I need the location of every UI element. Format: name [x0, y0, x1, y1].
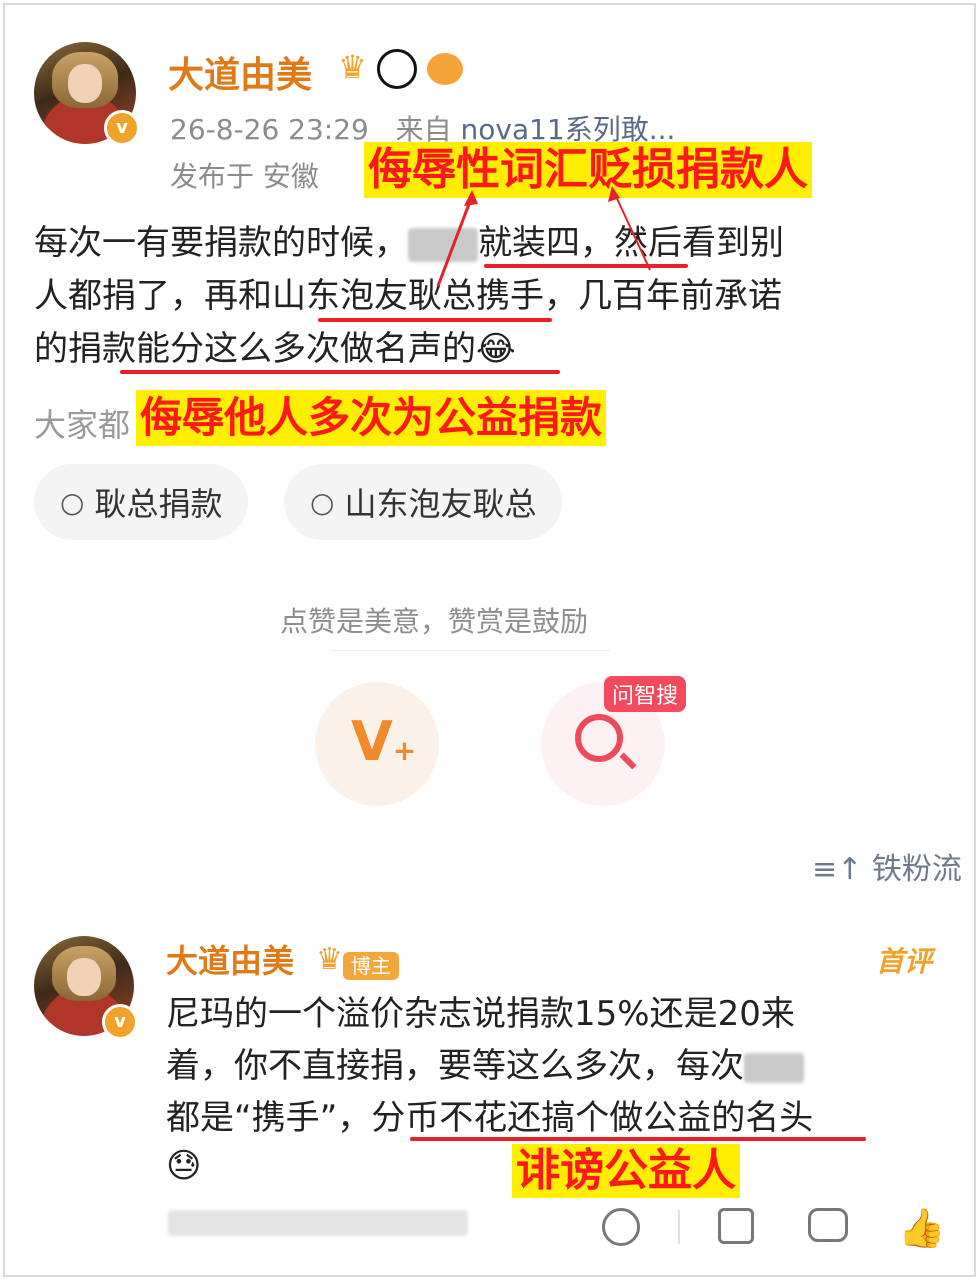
post-body-line-3-text: 的捐款能分这么多次做名声的: [34, 329, 476, 369]
comment-verified-badge-icon: v: [102, 1004, 138, 1040]
like-icon[interactable]: 👍: [898, 1206, 945, 1251]
underline-4: [410, 1137, 866, 1141]
iron-fans-label: 铁粉流: [871, 852, 962, 887]
reward-divider: [330, 650, 610, 651]
post-body-line-1: 每次一有要捐款的时候， 就装四，然后看到别: [34, 217, 784, 269]
tip-button[interactable]: V+: [315, 682, 439, 806]
sweat-emoji-icon: 😓: [166, 1146, 202, 1186]
annotation-bottom: 诽谤公益人: [512, 1144, 740, 1198]
post-location: 发布于 安徽: [170, 160, 319, 193]
iron-fans-link[interactable]: ≡↑ 铁粉流: [812, 844, 962, 888]
blurred-text-row: [168, 1210, 468, 1236]
topic-chip-2-label: 山东泡友耿总: [344, 485, 537, 523]
action-divider: [678, 1210, 680, 1244]
topic-chip-1[interactable]: ○ 耿总捐款: [34, 464, 249, 540]
dislike-icon[interactable]: [602, 1208, 640, 1246]
first-comment-tag: 首评: [876, 945, 933, 978]
ai-search-handle: [619, 752, 637, 770]
underline-2: [318, 318, 552, 322]
pufferfish-icon: [427, 53, 464, 85]
post-body-line-2: 人都捐了，再和山东泡友耿总携手，几百年前承诺: [34, 276, 782, 316]
comment-line-2: 着，你不直接捐，要等这么多次，每次: [166, 1040, 804, 1092]
laughing-emoji-icon: 😂: [476, 329, 516, 369]
faded-text: 大家都: [34, 406, 131, 444]
topic-chip-1-label: 耿总捐款: [94, 485, 223, 523]
search-icon: ○: [310, 485, 335, 519]
sort-icon: ≡↑: [812, 852, 863, 887]
comment-username[interactable]: 大道由美: [166, 936, 294, 982]
post-timestamp: 26-8-26 23:29: [170, 113, 369, 146]
tip-v-icon: V+: [351, 710, 417, 773]
post-body-line-1a: 每次一有要捐款的时候，: [34, 223, 408, 263]
post-body-line-3: 的捐款能分这么多次做名声的😂: [34, 323, 516, 375]
share-icon[interactable]: [718, 1208, 754, 1244]
crown-badge-icon: ♛: [316, 942, 343, 977]
blogger-badge-label: 博主: [342, 952, 399, 980]
topic-chip-2[interactable]: ○ 山东泡友耿总: [284, 464, 563, 540]
ai-search-icon: [575, 714, 623, 762]
blogger-badge: ♛ 博主: [316, 942, 399, 980]
reward-hint: 点赞是美意，赞赏是鼓励: [280, 605, 589, 638]
level-badges-icon: ♛: [338, 48, 464, 89]
comment-line-1: 尼玛的一个溢价杂志说捐款15%还是20来: [166, 994, 795, 1034]
annotation-arrows: [436, 186, 651, 287]
post-username[interactable]: 大道由美: [168, 46, 312, 98]
comment-icon[interactable]: [808, 1208, 848, 1242]
crown-badge-icon: ♛: [338, 48, 367, 86]
panda-icon: [376, 49, 417, 89]
redacted-block-2: [744, 1052, 804, 1083]
comment-line-2-text: 着，你不直接捐，要等这么多次，每次: [166, 1046, 744, 1086]
annotation-middle: 侮辱他人多次为公益捐款: [136, 390, 607, 446]
verified-badge-icon: v: [104, 110, 140, 146]
underline-3: [120, 370, 560, 374]
ai-search-badge: 问智搜: [604, 676, 687, 712]
search-icon: ○: [60, 485, 85, 519]
